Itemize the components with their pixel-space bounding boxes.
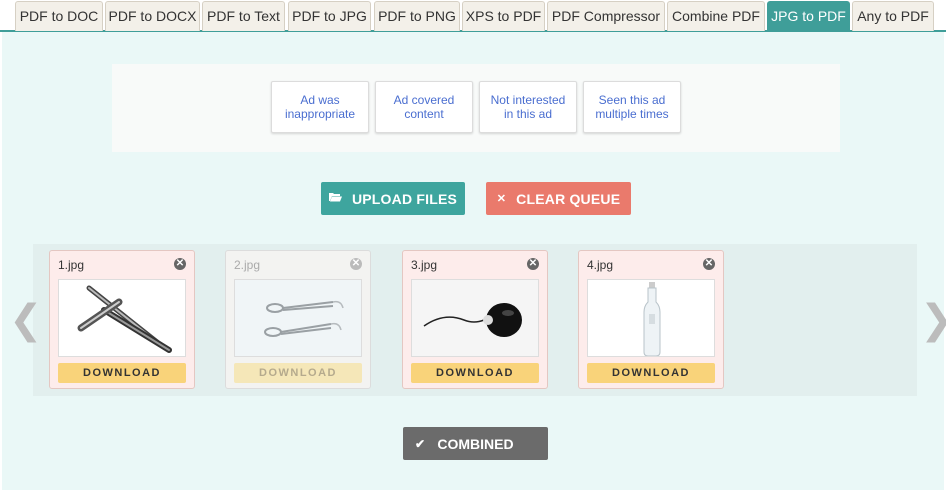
tab-bar: PDF to DOC PDF to DOCX PDF to Text PDF t… [0, 0, 946, 32]
scroll-right-arrow[interactable]: ❯ [920, 300, 946, 340]
file-card: 3.jpg ✕ DOWNLOAD [402, 250, 548, 389]
file-card: 1.jpg ✕ DOWNLOAD [49, 250, 195, 389]
main-panel: Ad was inappropriate Ad covered content … [2, 32, 946, 490]
download-button[interactable]: DOWNLOAD [411, 363, 539, 383]
remove-file-icon[interactable]: ✕ [527, 258, 539, 270]
ad-inappropriate-button[interactable]: Ad was inappropriate [271, 81, 369, 133]
combined-label: COMBINED [437, 435, 514, 452]
file-thumbnail-hair-clips [234, 279, 362, 357]
tab-pdf-to-text[interactable]: PDF to Text [202, 1, 285, 31]
scroll-left-arrow[interactable]: ❮ [9, 300, 43, 340]
tab-pdf-to-doc[interactable]: PDF to DOC [15, 1, 103, 31]
clear-queue-button[interactable]: ✕ CLEAR QUEUE [486, 182, 631, 215]
tab-jpg-to-pdf[interactable]: JPG to PDF [767, 1, 850, 31]
tab-combine-pdf[interactable]: Combine PDF [667, 1, 765, 31]
file-name: 1.jpg [58, 258, 85, 272]
ad-seen-multiple-button[interactable]: Seen this ad multiple times [583, 81, 681, 133]
remove-file-icon[interactable]: ✕ [174, 258, 186, 270]
tab-xps-to-pdf[interactable]: XPS to PDF [462, 1, 545, 31]
folder-open-icon [328, 192, 342, 205]
file-thumbnail-pens [58, 279, 186, 357]
file-thumbnail-computer-mouse [411, 279, 539, 357]
tab-pdf-to-jpg[interactable]: PDF to JPG [288, 1, 371, 31]
file-name: 2.jpg [234, 258, 261, 272]
download-button[interactable]: DOWNLOAD [58, 363, 186, 383]
tab-pdf-compressor[interactable]: PDF Compressor [547, 1, 665, 31]
remove-file-icon[interactable]: ✕ [703, 258, 715, 270]
file-name: 4.jpg [587, 258, 614, 272]
download-button[interactable]: DOWNLOAD [234, 363, 362, 383]
file-card: 4.jpg ✕ DOWNLOAD [578, 250, 724, 389]
ad-covered-content-button[interactable]: Ad covered content [375, 81, 473, 133]
tab-pdf-to-png[interactable]: PDF to PNG [374, 1, 460, 31]
combined-button[interactable]: ✔ COMBINED [403, 427, 548, 460]
remove-file-icon[interactable]: ✕ [350, 258, 362, 270]
upload-files-button[interactable]: UPLOAD FILES [321, 182, 465, 215]
tab-any-to-pdf[interactable]: Any to PDF [852, 1, 934, 31]
file-card: 2.jpg ✕ DOWNLOAD [225, 250, 371, 389]
download-button[interactable]: DOWNLOAD [587, 363, 715, 383]
checkmark-icon: ✔ [415, 436, 426, 451]
file-thumbnail-water-bottle [587, 279, 715, 357]
upload-files-label: UPLOAD FILES [351, 190, 458, 207]
clear-queue-label: CLEAR QUEUE [516, 190, 621, 207]
ad-feedback-panel: Ad was inappropriate Ad covered content … [112, 64, 840, 152]
file-name: 3.jpg [411, 258, 438, 272]
ad-not-interested-button[interactable]: Not interested in this ad [479, 81, 577, 133]
close-icon: ✕ [496, 193, 507, 205]
tab-pdf-to-docx[interactable]: PDF to DOCX [105, 1, 200, 31]
